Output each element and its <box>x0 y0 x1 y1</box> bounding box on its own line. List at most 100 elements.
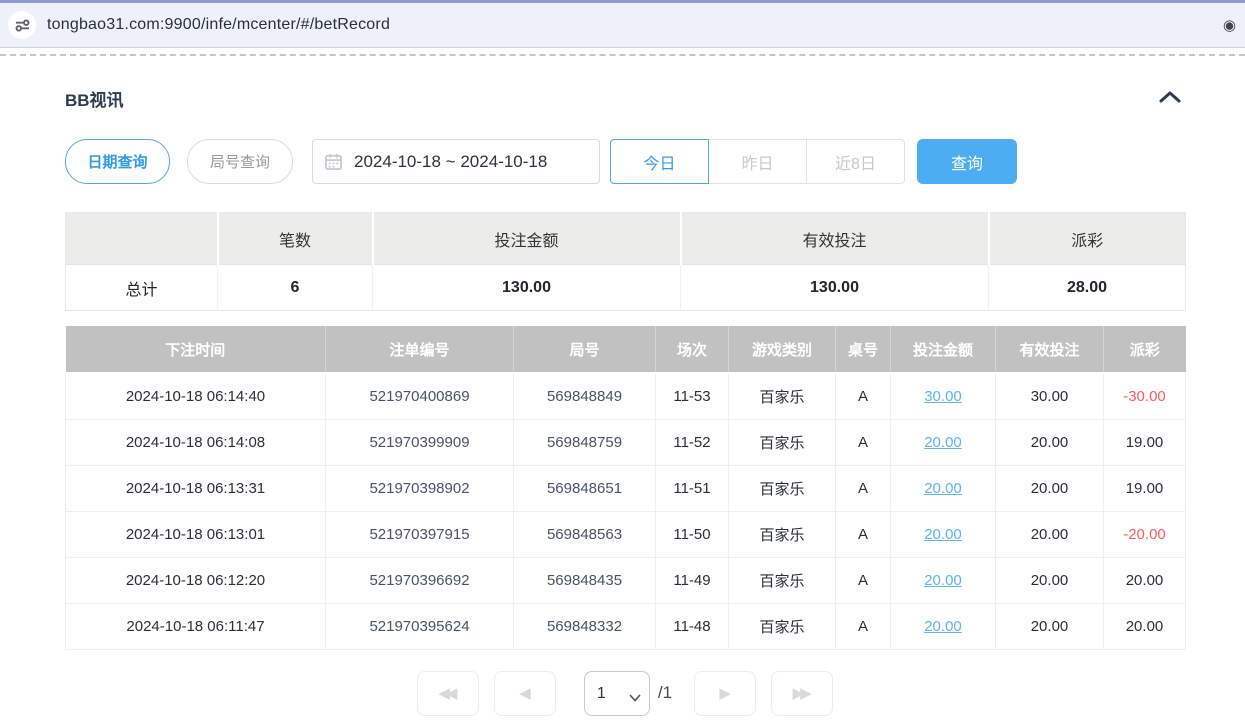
bet-amount-cell: 20.00 <box>891 465 996 511</box>
query-mode-round-button[interactable]: 局号查询 <box>187 139 293 184</box>
table-cell: 百家乐 <box>729 603 836 649</box>
bet-amount-link[interactable]: 20.00 <box>924 526 962 543</box>
records-column-header: 桌号 <box>836 326 891 373</box>
table-cell: 19.00 <box>1104 419 1186 465</box>
table-cell: 20.00 <box>996 603 1104 649</box>
records-column-header: 场次 <box>656 326 729 373</box>
table-cell: A <box>836 373 891 419</box>
table-cell: 2024-10-18 06:12:20 <box>66 557 326 603</box>
table-cell: 521970395624 <box>326 603 514 649</box>
table-cell: 2024-10-18 06:13:01 <box>66 511 326 557</box>
records-table: 下注时间注单编号局号场次游戏类别桌号投注金额有效投注派彩 2024-10-18 … <box>65 326 1186 650</box>
table-cell: 11-50 <box>656 511 729 557</box>
date-range-value: 2024-10-18 ~ 2024-10-18 <box>354 152 547 172</box>
bet-amount-link[interactable]: 20.00 <box>924 618 962 635</box>
records-column-header: 注单编号 <box>326 326 514 373</box>
table-cell: 521970397915 <box>326 511 514 557</box>
chevron-up-icon <box>1159 91 1181 103</box>
table-cell: 2024-10-18 06:14:40 <box>66 373 326 419</box>
bet-record-page: BB视讯 日期查询 局号查询 <box>0 86 1245 716</box>
table-row: 2024-10-18 06:14:40521970400869569848849… <box>66 373 1186 419</box>
table-cell: 521970398902 <box>326 465 514 511</box>
table-cell: 2024-10-18 06:13:31 <box>66 465 326 511</box>
bet-amount-link[interactable]: 20.00 <box>924 434 962 451</box>
summary-table: 笔数投注金额有效投注派彩 总计6130.00130.0028.00 <box>65 212 1186 311</box>
table-cell: 20.00 <box>1104 557 1186 603</box>
bet-amount-link[interactable]: 20.00 <box>924 572 962 589</box>
records-body: 2024-10-18 06:14:40521970400869569848849… <box>66 373 1186 649</box>
table-cell: 百家乐 <box>729 373 836 419</box>
summary-column-header: 派彩 <box>989 213 1186 265</box>
summary-column-header: 笔数 <box>218 213 373 265</box>
dashed-separator <box>0 54 1245 56</box>
table-cell: 569848435 <box>514 557 656 603</box>
site-settings-icon[interactable] <box>8 11 36 39</box>
table-row: 2024-10-18 06:14:08521970399909569848759… <box>66 419 1186 465</box>
table-cell: 百家乐 <box>729 557 836 603</box>
table-row: 2024-10-18 06:13:01521970397915569848563… <box>66 511 1186 557</box>
table-cell: 11-52 <box>656 419 729 465</box>
table-cell: A <box>836 419 891 465</box>
url-text[interactable]: tongbao31.com:9900/infe/mcenter/#/betRec… <box>47 16 390 34</box>
page-title: BB视讯 <box>65 86 124 111</box>
summary-column-header: 有效投注 <box>681 213 989 265</box>
prev-page-button[interactable]: ◀ <box>494 671 556 716</box>
bet-amount-cell: 20.00 <box>891 557 996 603</box>
collapse-section-button[interactable] <box>1155 89 1185 108</box>
first-page-button[interactable]: ◀◀ <box>417 671 479 716</box>
bet-amount-link[interactable]: 20.00 <box>924 480 962 497</box>
table-row: 2024-10-18 06:11:47521970395624569848332… <box>66 603 1186 649</box>
records-column-header: 有效投注 <box>996 326 1104 373</box>
last-page-button[interactable]: ▶▶ <box>771 671 833 716</box>
table-cell: 20.00 <box>996 465 1104 511</box>
table-cell: 11-53 <box>656 373 729 419</box>
table-cell: 569848849 <box>514 373 656 419</box>
table-cell: 20.00 <box>996 511 1104 557</box>
table-cell: 521970400869 <box>326 373 514 419</box>
screencast-icon[interactable]: ◉ <box>1223 16 1236 34</box>
browser-address-bar[interactable]: tongbao31.com:9900/infe/mcenter/#/betRec… <box>0 3 1245 48</box>
table-cell: 百家乐 <box>729 419 836 465</box>
pagination: ◀◀ ◀ 1 /1 ▶ ▶▶ <box>65 671 1185 716</box>
table-cell: A <box>836 465 891 511</box>
table-cell: 521970399909 <box>326 419 514 465</box>
table-cell: 30.00 <box>996 373 1104 419</box>
page-select[interactable]: 1 <box>585 672 649 715</box>
search-button[interactable]: 查询 <box>917 139 1017 184</box>
query-mode-date-button[interactable]: 日期查询 <box>65 139 170 184</box>
records-column-header: 派彩 <box>1104 326 1186 373</box>
quick-range-last8days-button[interactable]: 近8日 <box>806 139 905 184</box>
records-column-header: 下注时间 <box>66 326 326 373</box>
table-cell: 20.00 <box>1104 603 1186 649</box>
records-column-header: 局号 <box>514 326 656 373</box>
table-cell: 2024-10-18 06:11:47 <box>66 603 326 649</box>
quick-range-yesterday-button[interactable]: 昨日 <box>708 139 807 184</box>
bet-amount-cell: 30.00 <box>891 373 996 419</box>
date-range-input[interactable]: 2024-10-18 ~ 2024-10-18 <box>312 139 600 184</box>
table-row: 2024-10-18 06:12:20521970396692569848435… <box>66 557 1186 603</box>
table-cell: 521970396692 <box>326 557 514 603</box>
summary-value: 130.00 <box>373 265 681 311</box>
table-cell: A <box>836 557 891 603</box>
bet-amount-link[interactable]: 30.00 <box>924 388 962 405</box>
quick-range-today-button[interactable]: 今日 <box>610 139 709 184</box>
summary-total-label: 总计 <box>66 265 218 311</box>
table-cell: -30.00 <box>1104 373 1186 419</box>
table-cell: 20.00 <box>996 557 1104 603</box>
table-cell: 19.00 <box>1104 465 1186 511</box>
summary-total-row: 总计6130.00130.0028.00 <box>66 265 1186 311</box>
bet-amount-cell: 20.00 <box>891 511 996 557</box>
summary-column-header <box>66 213 218 265</box>
records-column-header: 游戏类别 <box>729 326 836 373</box>
table-row: 2024-10-18 06:13:31521970398902569848651… <box>66 465 1186 511</box>
tune-icon <box>15 18 30 33</box>
records-header-row: 下注时间注单编号局号场次游戏类别桌号投注金额有效投注派彩 <box>66 326 1186 373</box>
table-cell: 569848759 <box>514 419 656 465</box>
bet-amount-cell: 20.00 <box>891 603 996 649</box>
page-total-label: /1 <box>658 683 672 703</box>
table-cell: 11-51 <box>656 465 729 511</box>
summary-header-row: 笔数投注金额有效投注派彩 <box>66 213 1186 265</box>
table-cell: 11-48 <box>656 603 729 649</box>
records-column-header: 投注金额 <box>891 326 996 373</box>
next-page-button[interactable]: ▶ <box>694 671 756 716</box>
